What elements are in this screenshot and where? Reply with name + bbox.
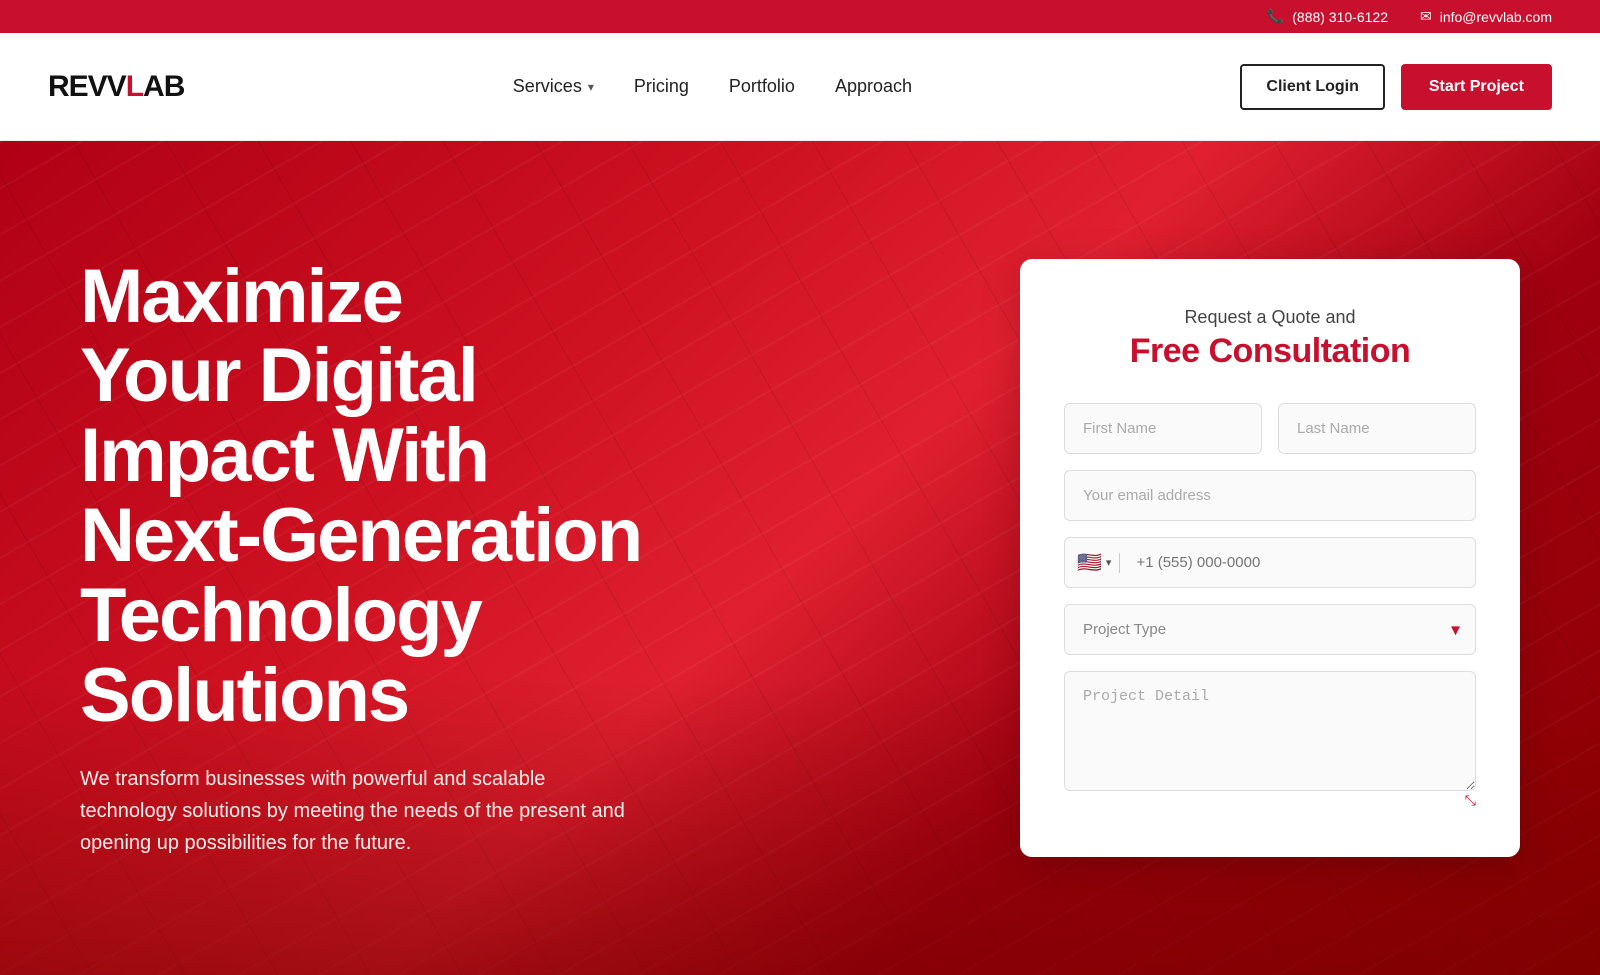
phone-divider bbox=[1119, 553, 1120, 573]
logo[interactable]: REVVLAB bbox=[48, 70, 184, 104]
header: REVVLAB Services ▾ Pricing Portfolio App… bbox=[0, 33, 1600, 141]
flag-emoji: 🇺🇸 bbox=[1077, 550, 1102, 575]
last-name-input[interactable] bbox=[1278, 403, 1476, 454]
nav-pricing[interactable]: Pricing bbox=[634, 76, 689, 97]
hero-subtext: We transform businesses with powerful an… bbox=[80, 763, 640, 859]
client-login-button[interactable]: Client Login bbox=[1240, 64, 1384, 110]
project-detail-textarea[interactable] bbox=[1064, 671, 1476, 791]
hero-content: MaximizeYour DigitalImpact WithNext-Gene… bbox=[0, 257, 721, 860]
project-type-wrapper: Project Type Web Development Mobile App … bbox=[1064, 604, 1476, 655]
phone-wrapper: 🇺🇸 ▾ bbox=[1064, 537, 1476, 588]
nav-portfolio[interactable]: Portfolio bbox=[729, 76, 795, 97]
form-subtitle: Request a Quote and bbox=[1064, 307, 1476, 328]
resize-indicator: ⤡ bbox=[1064, 792, 1476, 809]
phone-icon: 📞 bbox=[1267, 8, 1284, 25]
name-row bbox=[1064, 403, 1476, 454]
flag-chevron-icon: ▾ bbox=[1106, 556, 1112, 569]
phone-number: (888) 310-6122 bbox=[1292, 9, 1388, 25]
top-bar: 📞 (888) 310-6122 ✉ info@revvlab.com bbox=[0, 0, 1600, 33]
main-nav: Services ▾ Pricing Portfolio Approach bbox=[513, 76, 912, 97]
hero-headline: MaximizeYour DigitalImpact WithNext-Gene… bbox=[80, 257, 641, 736]
email-input[interactable] bbox=[1064, 470, 1476, 521]
phone-flag[interactable]: 🇺🇸 ▾ bbox=[1077, 550, 1120, 575]
email-address: info@revvlab.com bbox=[1440, 9, 1552, 25]
email-icon: ✉ bbox=[1420, 8, 1432, 25]
quote-form-card: Request a Quote and Free Consultation 🇺🇸… bbox=[1020, 259, 1520, 857]
phone-contact[interactable]: 📞 (888) 310-6122 bbox=[1267, 8, 1388, 25]
hero-section: MaximizeYour DigitalImpact WithNext-Gene… bbox=[0, 141, 1600, 975]
email-contact[interactable]: ✉ info@revvlab.com bbox=[1420, 8, 1552, 25]
start-project-button[interactable]: Start Project bbox=[1401, 64, 1552, 110]
header-buttons: Client Login Start Project bbox=[1240, 64, 1552, 110]
phone-input[interactable] bbox=[1128, 538, 1463, 587]
project-type-select[interactable]: Project Type Web Development Mobile App … bbox=[1064, 604, 1476, 655]
form-title: Free Consultation bbox=[1064, 332, 1476, 371]
chevron-down-icon: ▾ bbox=[588, 80, 594, 94]
nav-approach[interactable]: Approach bbox=[835, 76, 912, 97]
nav-services[interactable]: Services ▾ bbox=[513, 76, 594, 97]
first-name-input[interactable] bbox=[1064, 403, 1262, 454]
